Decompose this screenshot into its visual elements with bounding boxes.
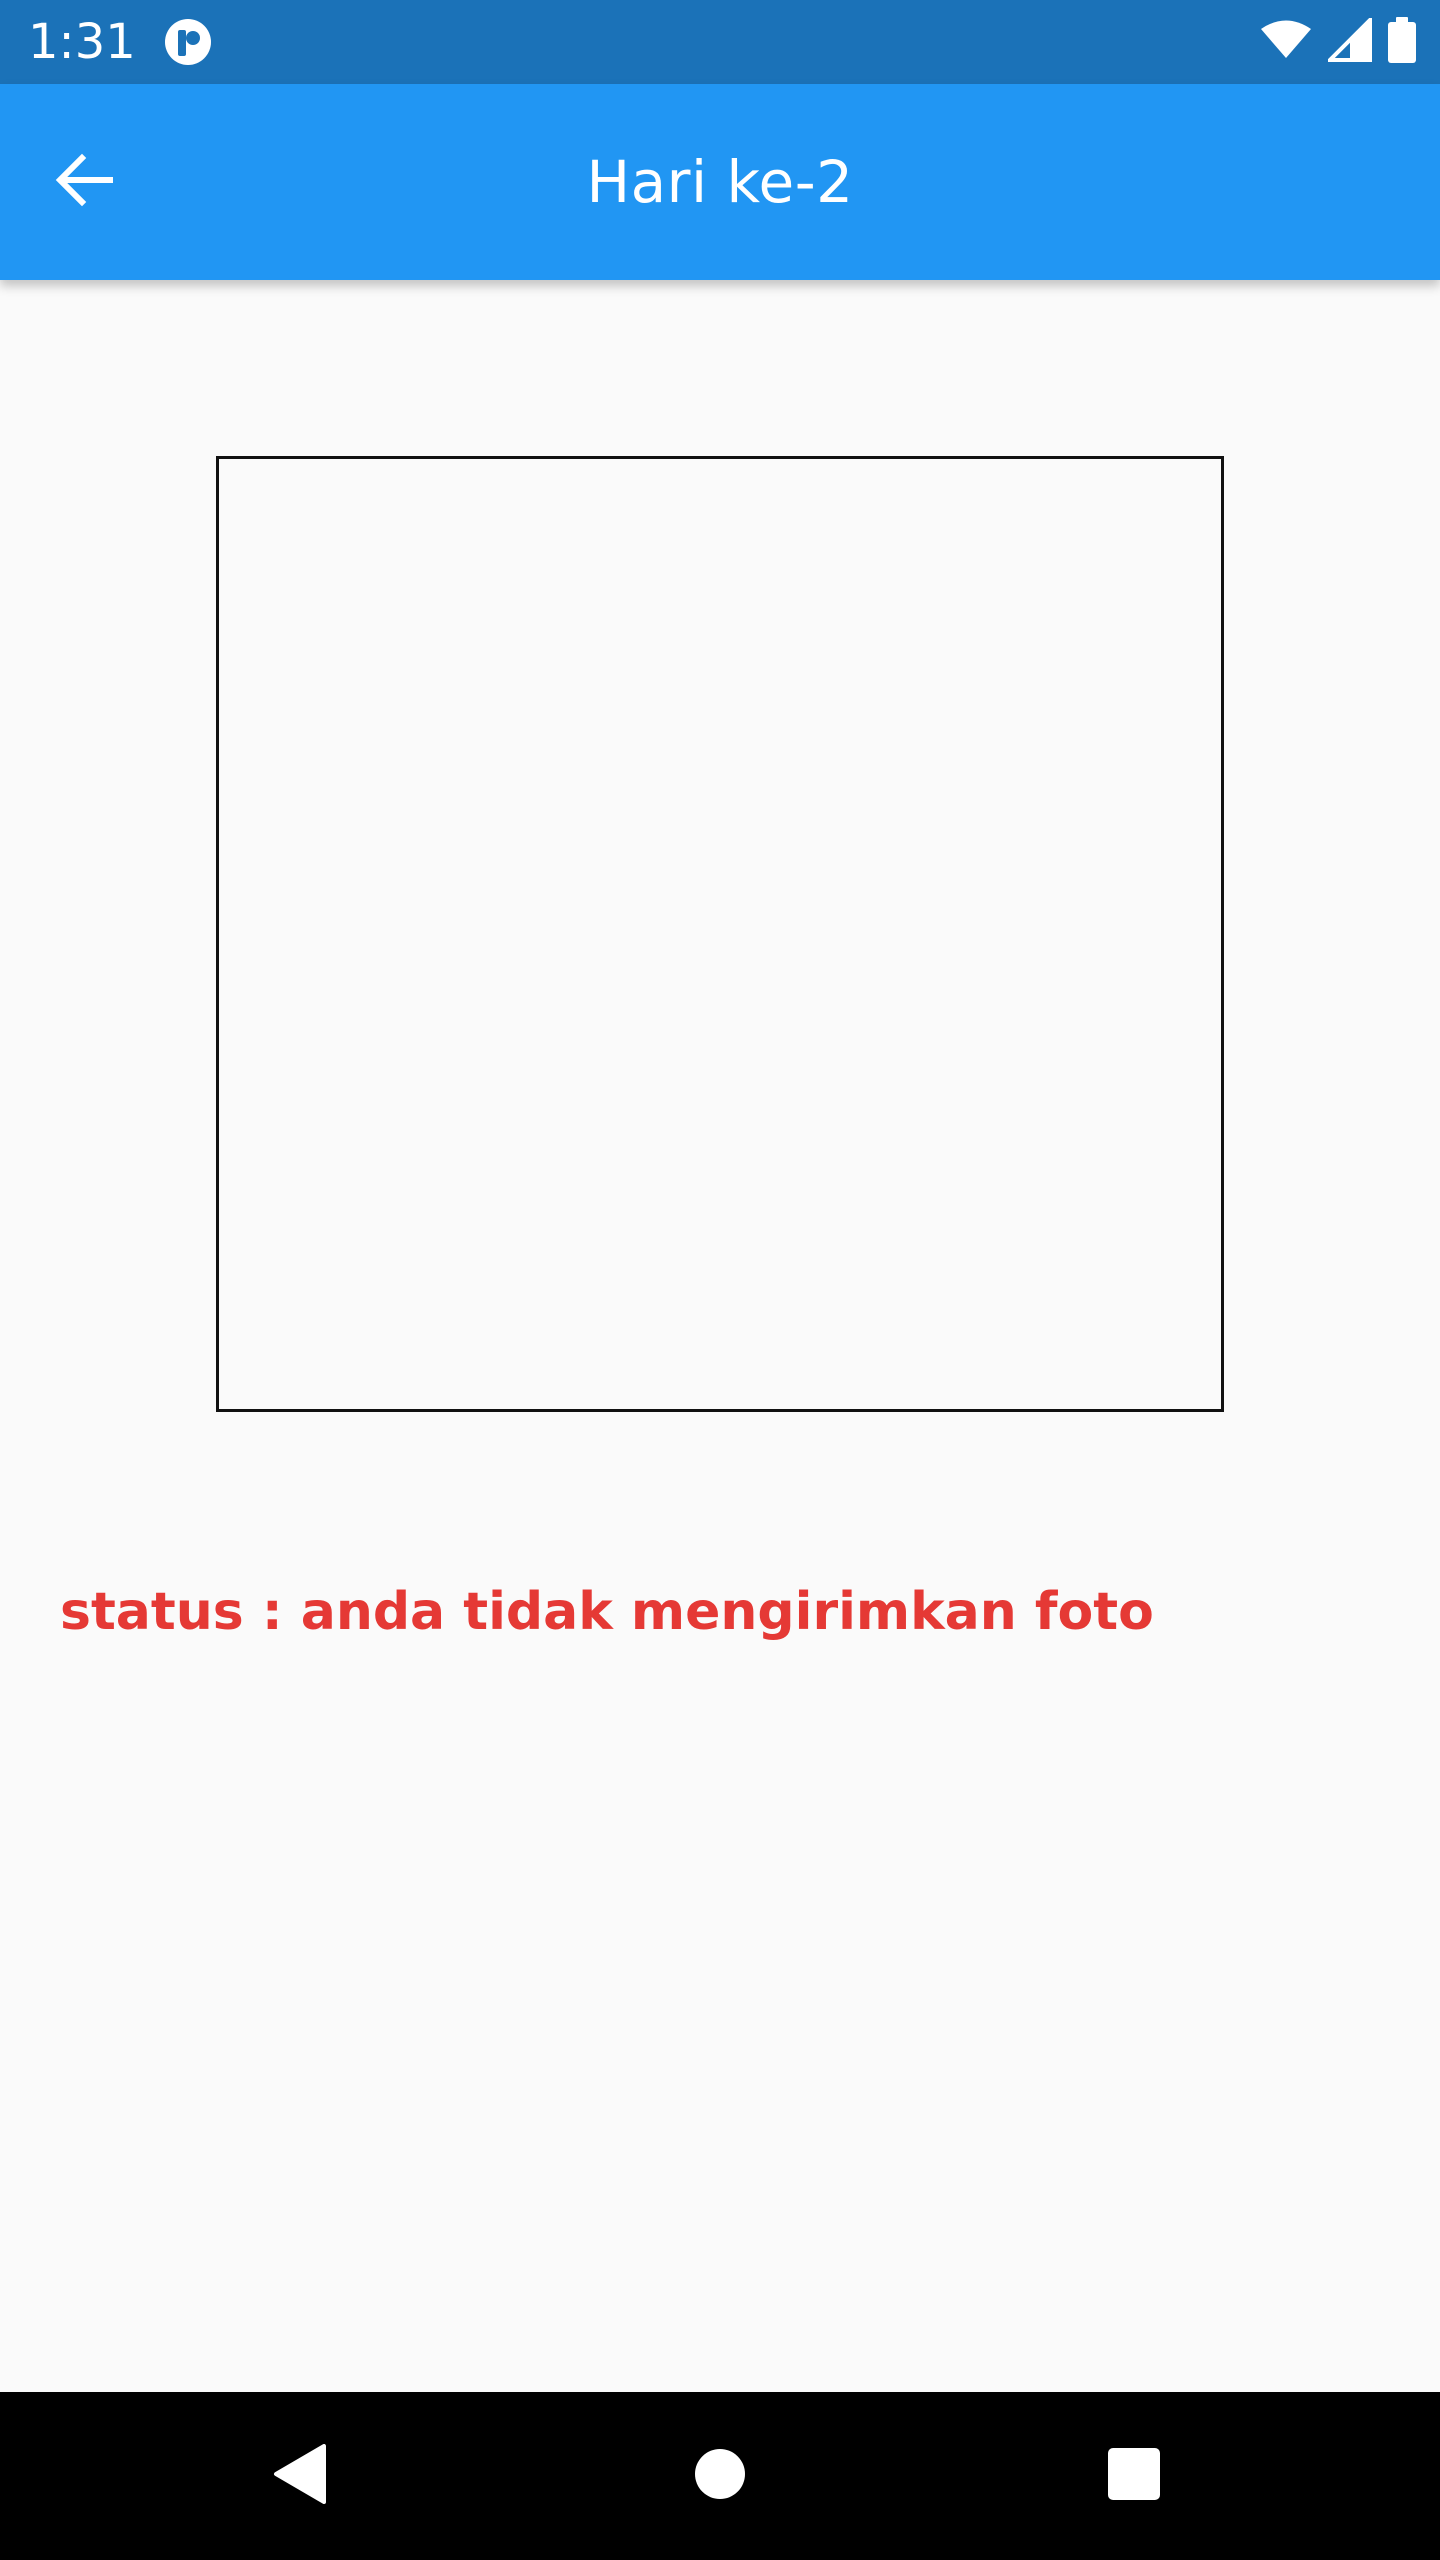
status-bar: 1:31 [0,0,1440,84]
battery-icon [1388,17,1416,67]
photo-frame [216,456,1224,1412]
cell-signal-icon [1325,15,1372,66]
nav-back-button[interactable] [250,2426,350,2526]
submission-status: status : anda tidak mengirimkan foto [60,1582,1154,1642]
notification-app-icon [164,18,212,66]
system-navigation-bar [0,2392,1440,2560]
nav-recents-button[interactable] [1084,2426,1184,2526]
screen: 1:31 Hari ke-2 status: anda tidak mengi… [0,0,1440,2560]
wifi-icon [1260,20,1312,64]
status-time: 1:31 [28,14,136,70]
triangle-back-icon [272,2444,328,2508]
square-recents-icon [1107,2447,1161,2505]
page-title: Hari ke-2 [586,148,854,216]
main-content: status : anda tidak mengirimkan foto [0,280,1440,2392]
nav-home-button[interactable] [670,2426,770,2526]
circle-home-icon [694,2448,746,2504]
status-icons [1260,15,1416,67]
app-bar: Hari ke-2 [0,84,1440,280]
